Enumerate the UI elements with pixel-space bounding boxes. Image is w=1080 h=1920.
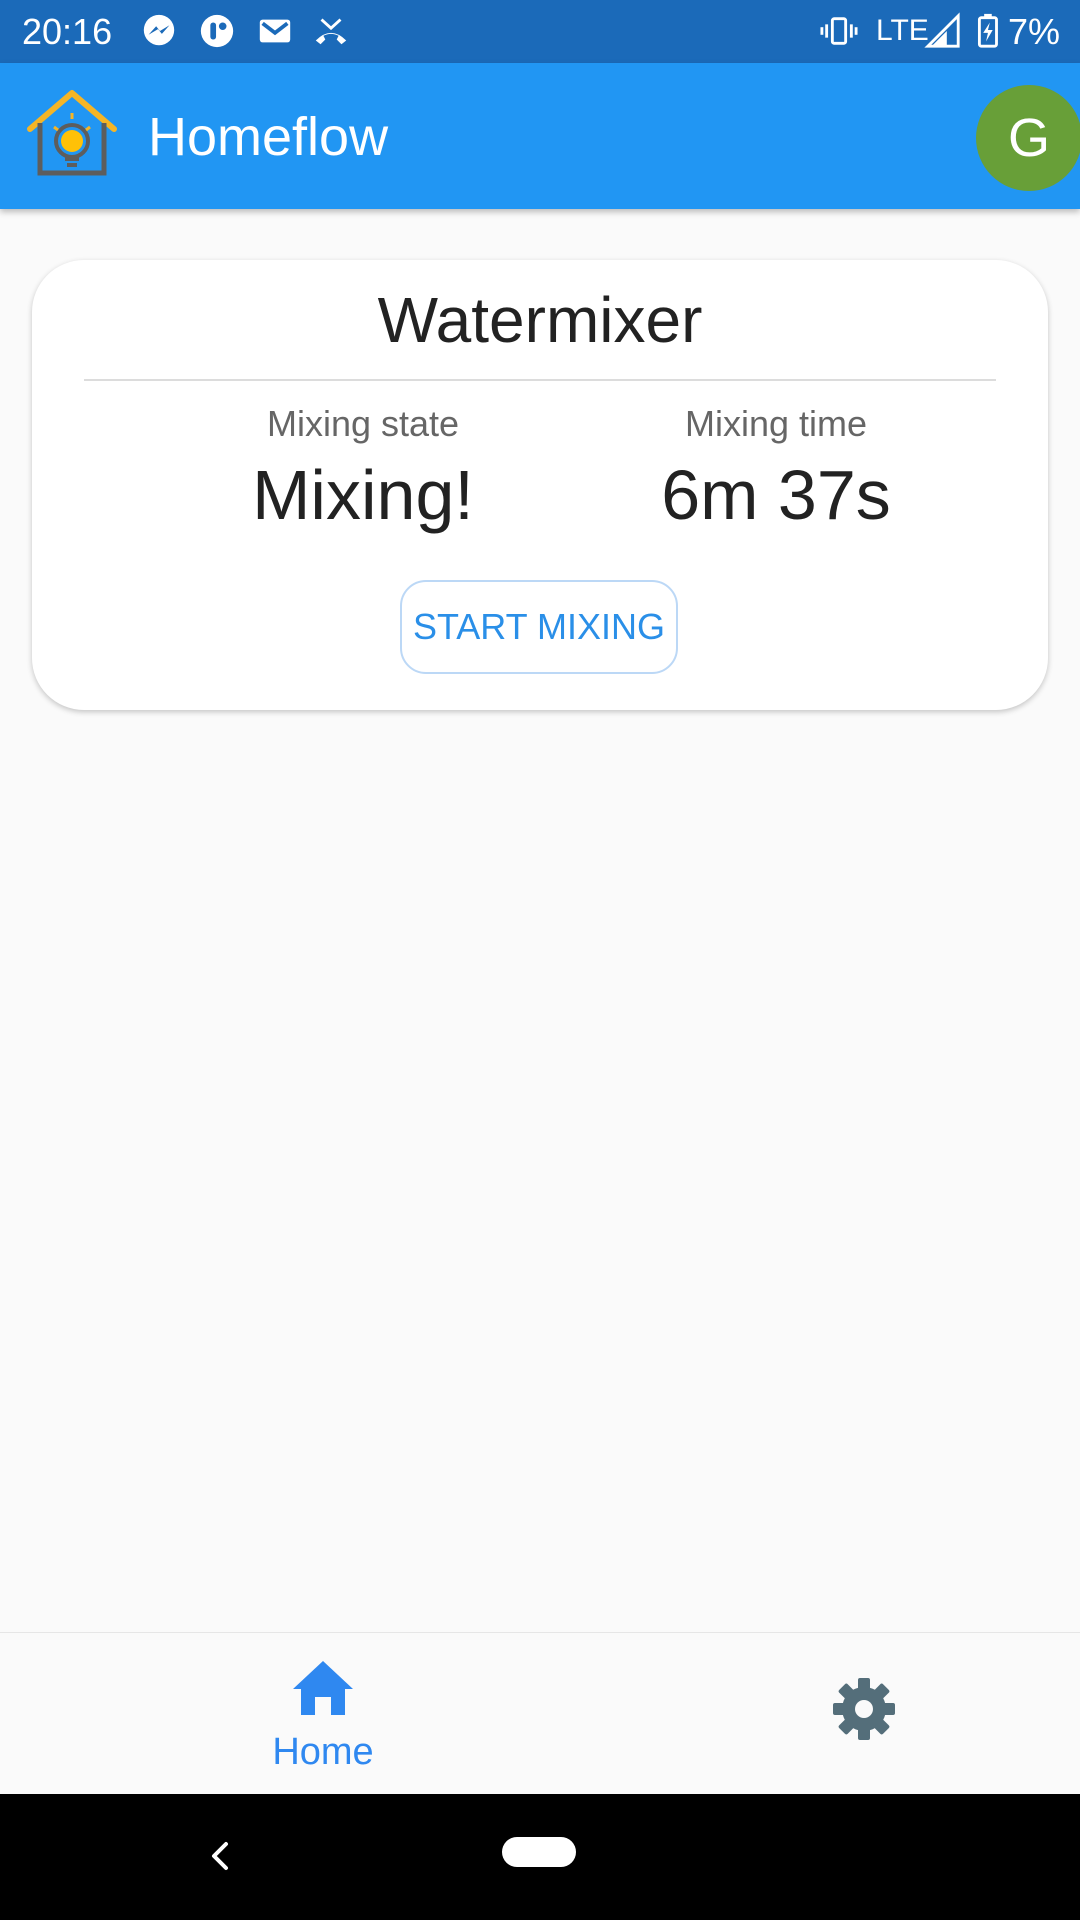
- back-icon[interactable]: [200, 1828, 240, 1884]
- avatar[interactable]: G: [976, 85, 1080, 191]
- signal-icon: [924, 12, 960, 48]
- vibrate-icon: [820, 17, 858, 45]
- nav-home-label: Home: [272, 1731, 374, 1773]
- messenger-icon: [143, 14, 175, 46]
- bottom-navigation: Home: [0, 1632, 1080, 1795]
- app-bar: Homeflow G: [0, 63, 1080, 209]
- mixing-time-value: 6m 37s: [661, 456, 891, 534]
- watermixer-card: Watermixer Mixing state Mixing! Mixing t…: [32, 260, 1048, 710]
- system-home-button[interactable]: [502, 1837, 576, 1867]
- card-divider: [84, 379, 996, 381]
- system-navigation-bar: [0, 1794, 1080, 1920]
- mixing-state-label: Mixing state: [266, 403, 460, 444]
- gmail-icon: [259, 19, 291, 43]
- battery-charging-icon: [977, 13, 998, 48]
- home-icon: [293, 1661, 353, 1715]
- status-time: 20:16: [22, 11, 113, 52]
- battery-percent: 7%: [1008, 11, 1061, 52]
- nav-item-home[interactable]: Home: [225, 1633, 421, 1795]
- mixing-time-stat: Mixing time 6m 37s: [626, 402, 926, 536]
- network-type: LTE: [876, 14, 929, 47]
- notification-app-icon: [200, 14, 234, 48]
- card-title: Watermixer: [377, 284, 703, 356]
- mixing-state-value: Mixing!: [252, 456, 474, 534]
- mixing-state-stat: Mixing state Mixing!: [213, 402, 513, 536]
- status-bar: 20:16 LTE 7%: [0, 0, 1080, 63]
- app-title: Homeflow: [148, 107, 389, 167]
- mixing-time-label: Mixing time: [684, 403, 868, 444]
- gear-icon: [833, 1678, 895, 1740]
- nav-item-settings[interactable]: [800, 1657, 928, 1765]
- start-mixing-button[interactable]: START MIXING: [400, 580, 678, 674]
- missed-call-icon: [315, 18, 347, 45]
- homeflow-logo-icon: [27, 90, 117, 176]
